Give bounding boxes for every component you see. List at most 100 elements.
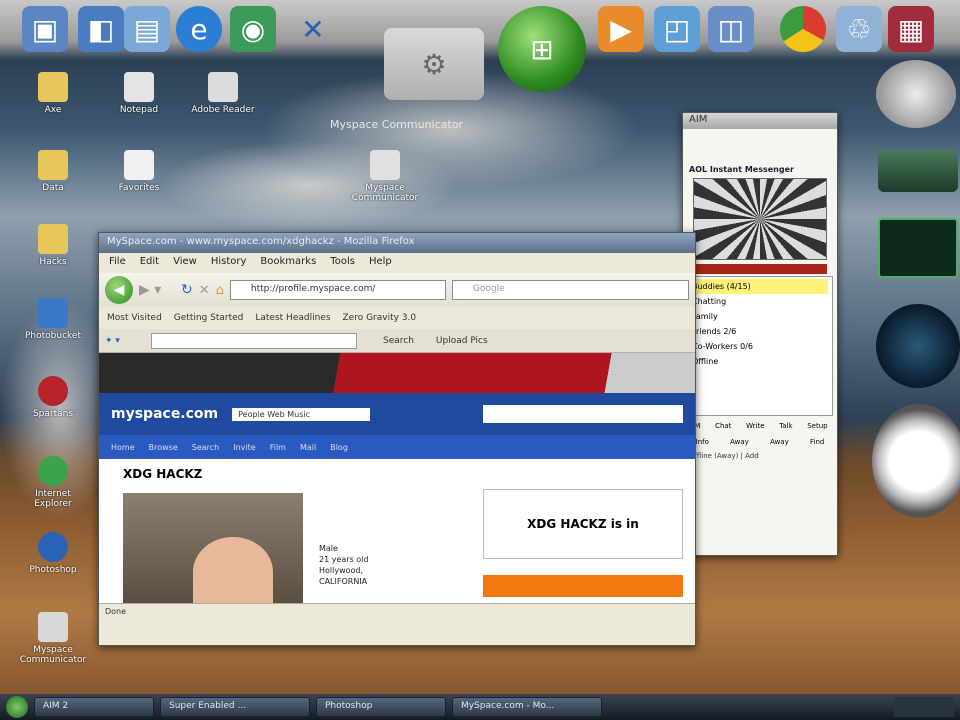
bookmark-latest-headlines[interactable]: Latest Headlines: [255, 313, 330, 323]
desktop-icon-favorites[interactable]: Favorites: [104, 150, 174, 193]
desktop-icon-spartans[interactable]: Spartans: [18, 376, 88, 419]
buddy-group[interactable]: Buddies (4/15): [692, 279, 828, 294]
cpu-meter-gadget: [878, 218, 958, 278]
aim-status: Offline (Away) | Add: [689, 452, 759, 460]
control-panel-icon[interactable]: ⚙: [384, 28, 484, 100]
menu-bookmarks[interactable]: Bookmarks: [260, 256, 316, 270]
buddy-group[interactable]: Offline: [692, 354, 828, 369]
aim-toolbar-2: Info Away Away Find: [683, 434, 837, 450]
desktop-icon-hacks[interactable]: Hacks: [18, 224, 88, 267]
windows-explorer-icon[interactable]: ◰: [654, 6, 700, 52]
windows-live-icon[interactable]: ◉: [230, 6, 276, 52]
task-firefox[interactable]: MySpace.com - Mo...: [452, 697, 602, 717]
reload-icon[interactable]: ↻: [181, 282, 193, 298]
nav-mail[interactable]: Mail: [300, 443, 316, 452]
firefox-window[interactable]: MySpace.com - www.myspace.com/xdghackz -…: [98, 232, 696, 646]
aim-header: AOL Instant Messenger: [689, 165, 794, 174]
home-icon[interactable]: ⌂: [216, 283, 224, 298]
profile-city: Hollywood,: [319, 566, 364, 575]
menu-file[interactable]: File: [109, 256, 126, 270]
network-icon[interactable]: ◧: [78, 6, 124, 52]
status-headline: XDG HACKZ is in: [483, 489, 683, 559]
desktop-icon-myspace-communicator[interactable]: Myspace Communicator: [18, 612, 88, 665]
desktop-icon-myspace-communicator-2[interactable]: Myspace Communicator: [350, 150, 420, 203]
profile-photo-face: [193, 537, 273, 603]
task-photoshop[interactable]: Photoshop: [316, 697, 446, 717]
myspace-header: myspace.com People Web Music: [99, 393, 695, 435]
aim-find-button[interactable]: Find: [810, 438, 824, 446]
nav-invite[interactable]: Invite: [233, 443, 255, 452]
chrome-icon[interactable]: [780, 6, 826, 52]
documents-icon[interactable]: ▤: [124, 6, 170, 52]
task-aim[interactable]: AIM 2: [34, 697, 154, 717]
aim-away-button[interactable]: Away: [730, 438, 749, 446]
desktop-icon-data[interactable]: Data: [18, 150, 88, 193]
desktop-icon-axe[interactable]: Axe: [18, 72, 88, 115]
aim-chat-button[interactable]: Chat: [715, 422, 731, 430]
myspace-search-input[interactable]: [483, 405, 683, 423]
search-type-select[interactable]: People Web Music: [232, 407, 371, 421]
myspace-logo[interactable]: myspace.com: [111, 406, 218, 422]
menu-history[interactable]: History: [211, 256, 247, 270]
weather-gadget[interactable]: [878, 150, 958, 192]
nav-film[interactable]: Film: [270, 443, 286, 452]
desktop-icon-photobucket[interactable]: Photobucket: [18, 298, 88, 341]
desktop-icon-internet-explorer[interactable]: Internet Explorer: [18, 456, 88, 509]
aim-toolbar: IM Chat Write Talk Setup: [683, 418, 837, 434]
profile-photo[interactable]: [123, 493, 303, 603]
aim-setup-button[interactable]: Setup: [807, 422, 827, 430]
buddy-group[interactable]: Co-Workers 0/6: [692, 339, 828, 354]
buddy-group[interactable]: Chatting: [692, 294, 828, 309]
task-super-enabled[interactable]: Super Enabled ...: [160, 697, 310, 717]
url-input[interactable]: http://profile.myspace.com/: [229, 280, 446, 300]
bookmarks-bar: Most Visited Getting Started Latest Head…: [99, 307, 695, 329]
toolbar-search-input[interactable]: [151, 332, 357, 349]
media-player-icon[interactable]: ▶: [598, 6, 644, 52]
aim-buddy-list[interactable]: Buddies (4/15) Chatting Family Friends 2…: [687, 276, 833, 416]
desktop-icon-adobe-reader[interactable]: Adobe Reader: [188, 72, 258, 115]
computer-icon[interactable]: ▣: [22, 6, 68, 52]
forward-icon[interactable]: ▶ ▾: [139, 282, 175, 298]
aim-away-button-2[interactable]: Away: [770, 438, 789, 446]
internet-explorer-icon[interactable]: e: [176, 6, 222, 52]
toolbar-search-button[interactable]: Search: [383, 336, 414, 346]
aim-window[interactable]: AIM AOL Instant Messenger Buddies (4/15)…: [682, 112, 838, 556]
media-gadget[interactable]: [876, 60, 956, 128]
nav-browse[interactable]: Browse: [149, 443, 178, 452]
profile-age: 21 years old: [319, 555, 369, 564]
buddy-group[interactable]: Family: [692, 309, 828, 324]
nav-bar: ◀ ▶ ▾ ↻ ✕ ⌂ http://profile.myspace.com/ …: [99, 273, 695, 307]
winrar-icon[interactable]: ▦: [888, 6, 934, 52]
windows-start-icon[interactable]: ⊞: [498, 6, 586, 92]
desktop-icon-notepad[interactable]: Notepad: [104, 72, 174, 115]
bookmark-most-visited[interactable]: Most Visited: [107, 313, 162, 323]
nav-search[interactable]: Search: [192, 443, 219, 452]
aim-write-button[interactable]: Write: [746, 422, 764, 430]
aim-buddy-icon: [693, 178, 827, 260]
recycle-bin-icon[interactable]: ♲: [836, 6, 882, 52]
ad-banner[interactable]: [99, 353, 695, 393]
menu-help[interactable]: Help: [369, 256, 392, 270]
network-folder-icon[interactable]: ◫: [708, 6, 754, 52]
bookmark-zero-gravity[interactable]: Zero Gravity 3.0: [343, 313, 417, 323]
buddy-group[interactable]: Friends 2/6: [692, 324, 828, 339]
stop-icon[interactable]: ✕: [199, 283, 210, 298]
menu-tools[interactable]: Tools: [330, 256, 355, 270]
bookmark-getting-started[interactable]: Getting Started: [174, 313, 244, 323]
page-content: myspace.com People Web Music Home Browse…: [99, 353, 695, 603]
aim-talk-button[interactable]: Talk: [779, 422, 792, 430]
nav-home[interactable]: Home: [111, 443, 135, 452]
start-orb-icon[interactable]: [6, 696, 28, 718]
nav-blog[interactable]: Blog: [330, 443, 348, 452]
profile-gender: Male: [319, 544, 338, 553]
dock-selected-label: Myspace Communicator: [330, 118, 463, 131]
desktop-icon-photoshop[interactable]: Photoshop: [18, 532, 88, 575]
system-tray[interactable]: [894, 697, 954, 717]
menu-view[interactable]: View: [173, 256, 197, 270]
back-icon[interactable]: ◀: [105, 276, 133, 304]
toolbar-upload-button[interactable]: Upload Pics: [436, 336, 488, 346]
search-input[interactable]: Google: [451, 280, 689, 300]
aim-info-button[interactable]: Info: [696, 438, 709, 446]
menu-edit[interactable]: Edit: [140, 256, 159, 270]
xp-logo-icon[interactable]: ✕: [290, 6, 336, 52]
